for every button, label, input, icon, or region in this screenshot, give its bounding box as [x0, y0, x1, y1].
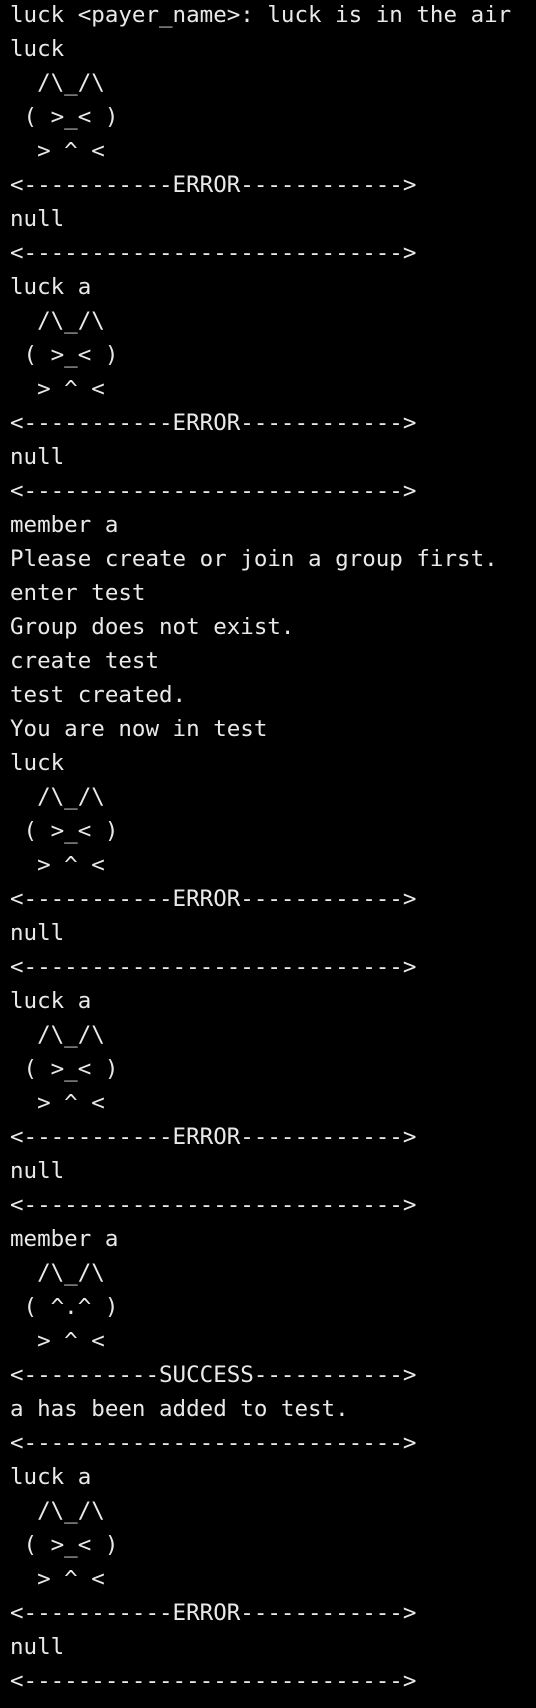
terminal-line: test created.: [10, 682, 187, 708]
terminal-line: <---------------------------->: [10, 1430, 417, 1456]
terminal-line: <-----------ERROR------------>: [10, 172, 417, 198]
terminal-line: <-----------ERROR------------>: [10, 410, 417, 436]
terminal-line: null: [10, 444, 65, 470]
terminal-line: /\_/\: [10, 1260, 105, 1286]
terminal-line: > ^ <: [10, 1328, 105, 1354]
terminal-line: null: [10, 1158, 65, 1184]
terminal-line: ( >_< ): [10, 342, 119, 368]
terminal-line: luck a: [10, 988, 92, 1014]
terminal-line: You are now in test: [10, 716, 268, 742]
terminal-line: null: [10, 920, 65, 946]
terminal-line: ( >_< ): [10, 104, 119, 130]
terminal-line: luck a: [10, 1464, 92, 1490]
terminal-line: <----------SUCCESS----------->: [10, 1362, 417, 1388]
terminal-line: ( ^.^ ): [10, 1294, 119, 1320]
terminal-line: enter test: [10, 580, 146, 606]
terminal-line: Please create or join a group first.: [10, 546, 498, 572]
terminal-line: <---------------------------->: [10, 1668, 417, 1694]
terminal-line: luck: [10, 750, 65, 776]
terminal-line: <-----------ERROR------------>: [10, 886, 417, 912]
terminal-line: /\_/\: [10, 1022, 105, 1048]
terminal-line: /\_/\: [10, 308, 105, 334]
terminal-line: <-----------ERROR------------>: [10, 1600, 417, 1626]
terminal-line: /\_/\: [10, 784, 105, 810]
terminal-line: create test: [10, 648, 160, 674]
terminal-line: <---------------------------->: [10, 954, 417, 980]
terminal-output: luck <payer_name>: luck is in the air luc…: [10, 0, 536, 1698]
terminal-line: /\_/\: [10, 1498, 105, 1524]
terminal-line: a has been added to test.: [10, 1396, 349, 1422]
terminal-line: member a: [10, 512, 119, 538]
terminal-line: > ^ <: [10, 138, 105, 164]
terminal-line: ( >_< ): [10, 818, 119, 844]
terminal-line: <-----------ERROR------------>: [10, 1124, 417, 1150]
terminal-line: Group does not exist.: [10, 614, 295, 640]
terminal-line: ( >_< ): [10, 1532, 119, 1558]
terminal-line: <---------------------------->: [10, 240, 417, 266]
terminal-line: <---------------------------->: [10, 478, 417, 504]
terminal-line: ( >_< ): [10, 1056, 119, 1082]
terminal-line: luck a: [10, 274, 92, 300]
terminal-line: /\_/\: [10, 70, 105, 96]
terminal-line: > ^ <: [10, 852, 105, 878]
terminal-line: luck <payer_name>: luck is in the air: [10, 2, 512, 28]
terminal-line: > ^ <: [10, 1566, 105, 1592]
terminal-line: > ^ <: [10, 1090, 105, 1116]
terminal-line: member a: [10, 1226, 119, 1252]
terminal-line: null: [10, 206, 65, 232]
terminal-line: null: [10, 1634, 65, 1660]
terminal-line: luck: [10, 36, 65, 62]
terminal-line: <---------------------------->: [10, 1192, 417, 1218]
terminal-line: > ^ <: [10, 376, 105, 402]
